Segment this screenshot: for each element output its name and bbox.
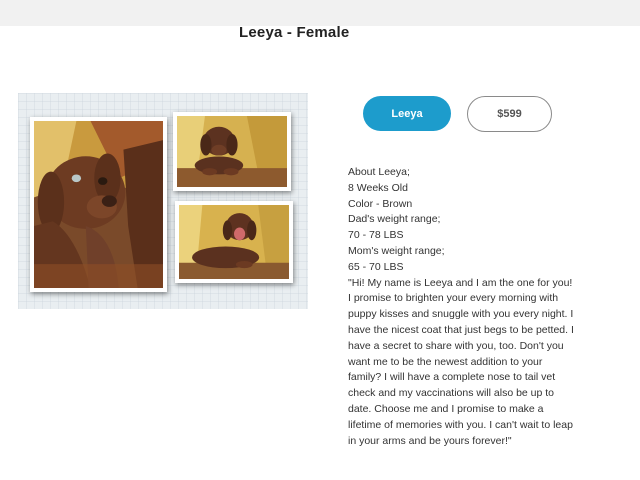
dad-weight-range: 70 - 78 LBS xyxy=(348,229,404,242)
puppy-photo-lying[interactable] xyxy=(173,112,291,191)
puppy-closeup-image xyxy=(34,121,163,288)
mom-weight-range: 65 - 70 LBS xyxy=(348,260,404,273)
top-bar xyxy=(0,0,640,26)
mom-weight-label: Mom's weight range; xyxy=(348,244,445,257)
about-heading: About Leeya; xyxy=(348,166,410,178)
age-text: 8 Weeks Old xyxy=(348,181,408,194)
puppy-yawning-image xyxy=(179,205,289,279)
puppy-description: "Hi! My name is Leeya and I am the one f… xyxy=(348,276,574,447)
puppy-details: About Leeya; 8 Weeks Old Color - Brown D… xyxy=(348,165,578,449)
color-text: Color - Brown xyxy=(348,197,413,210)
dad-weight-label: Dad's weight range; xyxy=(348,213,441,226)
puppy-lying-image xyxy=(177,116,287,187)
page-title: Leeya - Female xyxy=(239,24,350,41)
price-button[interactable]: $599 xyxy=(467,96,552,132)
puppy-photo-main[interactable] xyxy=(30,117,167,292)
puppy-photo-collage[interactable] xyxy=(18,93,308,309)
puppy-name-button[interactable]: Leeya xyxy=(363,96,451,131)
puppy-photo-yawning[interactable] xyxy=(175,201,293,283)
